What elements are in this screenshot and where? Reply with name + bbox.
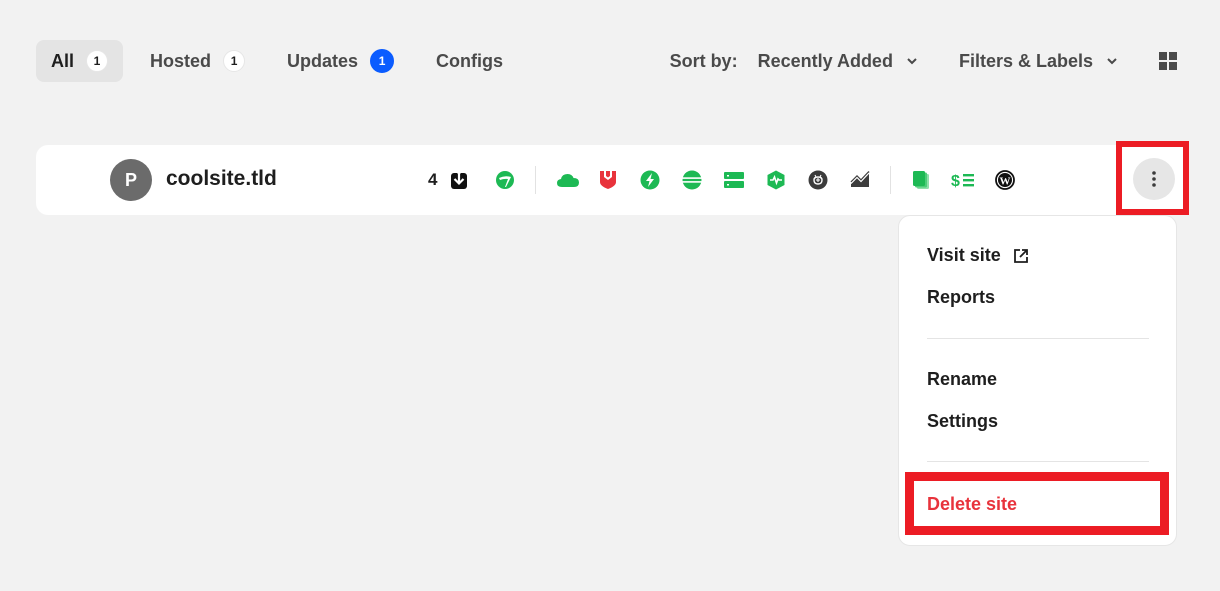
billing-icon[interactable]: $	[951, 170, 975, 190]
server-icon[interactable]	[724, 170, 745, 190]
menu-item-settings[interactable]: Settings	[927, 411, 998, 432]
site-avatar: P	[110, 159, 152, 201]
filters-labels-label: Filters & Labels	[958, 50, 1093, 71]
tab-configs-label: Configs	[436, 50, 504, 71]
tab-all-label: All	[51, 50, 75, 71]
database-icon[interactable]	[682, 170, 703, 190]
tab-updates[interactable]: Updates 1	[272, 40, 409, 82]
analytics-chart-icon[interactable]	[850, 170, 870, 190]
wordpress-icon[interactable]: W	[995, 170, 1016, 190]
tab-hosted[interactable]: Hosted 1	[135, 40, 260, 82]
svg-text:W: W	[1000, 176, 1011, 188]
divider	[535, 166, 537, 194]
menu-item-rename[interactable]: Rename	[927, 369, 997, 390]
settings-label: Settings	[927, 411, 999, 431]
menu-item-delete-site[interactable]: Delete site	[927, 494, 1017, 515]
menu-divider	[927, 338, 1149, 339]
grid-view-icon[interactable]	[1159, 52, 1177, 70]
rename-label: Rename	[927, 369, 998, 389]
sort-dropdown[interactable]: Recently Added	[758, 51, 919, 72]
tab-hosted-label: Hosted	[150, 50, 212, 71]
delete-site-label: Delete site	[927, 494, 1018, 514]
brain-icon[interactable]	[808, 170, 828, 190]
menu-item-reports[interactable]: Reports	[927, 287, 995, 308]
update-count: 4	[428, 170, 438, 189]
backups-icon[interactable]	[495, 170, 515, 190]
tab-all-count-badge: 1	[86, 50, 109, 72]
menu-item-visit-site[interactable]: Visit site	[927, 245, 1029, 266]
chevron-down-icon	[907, 58, 917, 65]
more-vertical-icon	[1152, 171, 1156, 187]
cloud-icon[interactable]	[556, 170, 580, 190]
menu-divider	[927, 461, 1149, 462]
tab-all[interactable]: All 1	[36, 40, 124, 82]
site-actions-menu: Visit site Reports Rename Settings Delet…	[898, 215, 1177, 546]
tab-configs[interactable]: Configs	[421, 40, 518, 82]
external-link-icon	[1013, 248, 1028, 263]
documents-icon[interactable]	[911, 170, 931, 190]
more-options-button[interactable]	[1133, 158, 1175, 200]
sort-by-label: Sort by:	[669, 50, 738, 71]
visit-site-label: Visit site	[927, 245, 1001, 265]
security-shield-icon[interactable]	[598, 170, 618, 190]
svg-text:$: $	[951, 173, 960, 190]
performance-bolt-icon[interactable]	[640, 170, 660, 190]
chevron-down-icon	[1107, 58, 1117, 65]
filters-labels-dropdown[interactable]: Filters & Labels	[959, 51, 1119, 72]
updates-download-icon[interactable]	[449, 170, 469, 190]
divider	[890, 166, 892, 194]
tab-updates-label: Updates	[287, 50, 359, 71]
list-controls: Sort by: Recently Added Filters & Labels	[670, 51, 1184, 72]
tab-hosted-count-badge: 1	[223, 50, 246, 72]
top-toolbar: All 1 Hosted 1 Updates 1 Configs Sort by…	[36, 40, 1184, 82]
tab-updates-count-badge: 1	[370, 49, 395, 73]
site-row[interactable]: P coolsite.tld 4 $ W	[36, 145, 1188, 215]
site-name[interactable]: coolsite.tld	[166, 167, 277, 191]
uptime-monitor-icon[interactable]	[766, 170, 786, 190]
site-status-icons: 4 $ W	[428, 166, 1016, 194]
reports-label: Reports	[927, 287, 996, 307]
sort-dropdown-value: Recently Added	[757, 50, 893, 71]
